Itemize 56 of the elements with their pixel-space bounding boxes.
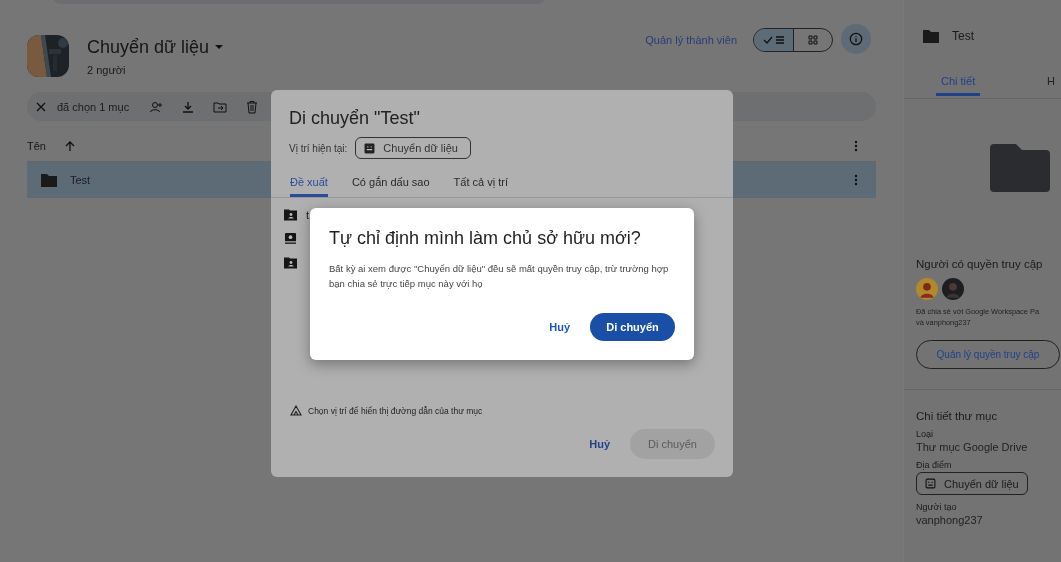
panel-title: Test	[952, 29, 974, 43]
folder-icon	[990, 144, 1050, 192]
grid-icon	[808, 35, 818, 45]
field-value: vanphong237	[916, 514, 983, 526]
dialog-tab[interactable]: Tất cả vị trí	[453, 169, 508, 197]
info-button[interactable]	[841, 24, 871, 54]
location-chip[interactable]: Chuyển dữ liệu	[916, 472, 1028, 495]
dialog-tab[interactable]: Đề xuất	[290, 169, 328, 197]
list-icon	[774, 35, 785, 45]
add-person-icon[interactable]	[149, 99, 164, 114]
field-label: Loại	[916, 429, 933, 439]
dialog-title: Di chuyển "Test"	[289, 108, 421, 129]
more-icon[interactable]	[854, 174, 858, 186]
arrow-up-icon[interactable]	[63, 140, 76, 152]
panel-tab[interactable]: H	[1042, 68, 1060, 96]
location-label: Vị trí hiện tại:	[289, 142, 348, 154]
dialog-message: Bất kỳ ai xem được "Chuyển dữ liệu" đều sẽ mất quyền truy cập, trừ trường hợp bạn chia sẻ trực tiếp mục này với họ	[329, 262, 670, 291]
avatar[interactable]	[942, 278, 964, 300]
folder-icon	[41, 173, 57, 187]
column-header[interactable]: Tên	[27, 140, 46, 152]
section-heading: Chi tiết thư mục	[916, 410, 999, 422]
hint-text: Chọn vị trí để hiển thị đường dẫn của thư mục	[308, 406, 483, 416]
cancel-button[interactable]: Huỷ	[589, 438, 610, 450]
more-icon[interactable]	[854, 140, 858, 152]
member-count: 2 người	[87, 63, 127, 76]
shared-drive-icon	[364, 142, 376, 154]
dialog-tab[interactable]: Có gắn dấu sao	[351, 169, 430, 197]
check-icon	[762, 35, 773, 45]
file-name: Test	[70, 174, 91, 186]
move-folder-icon[interactable]	[213, 99, 228, 114]
info-icon	[848, 32, 864, 46]
manage-members-link[interactable]: Quản lý thành viên	[645, 34, 737, 46]
shared-folder-icon	[284, 256, 297, 269]
selection-count: đã chọn 1 mục	[57, 100, 130, 113]
caret-icon[interactable]	[215, 45, 224, 49]
download-icon[interactable]	[181, 99, 196, 114]
location-chip[interactable]: Chuyển dữ liệu	[355, 137, 471, 159]
shared-folder-icon	[284, 208, 297, 221]
shared-drive-icon	[925, 478, 936, 489]
move-button[interactable]: Di chuyển	[590, 313, 675, 341]
folder-icon	[923, 29, 939, 43]
field-value: Thư mục Google Drive	[916, 441, 1028, 453]
panel-tab[interactable]: Chi tiết	[936, 68, 981, 96]
shared-drive-title[interactable]: Chuyển dữ liệu	[87, 36, 210, 58]
close-icon[interactable]	[35, 100, 47, 113]
field-label: Người tạo	[916, 502, 957, 512]
drive-icon	[290, 405, 302, 417]
trash-icon[interactable]	[245, 99, 260, 114]
location-name[interactable]: t	[306, 208, 310, 221]
section-heading: Người có quyền truy cập	[916, 258, 1044, 270]
list-view-button[interactable]	[754, 29, 793, 51]
dialog-title: Tự chỉ định mình làm chủ sở hữu mới?	[329, 228, 642, 249]
avatar[interactable]	[916, 278, 938, 300]
cancel-button[interactable]: Huỷ	[549, 321, 570, 333]
shared-drive-icon	[284, 232, 297, 245]
field-label: Địa điểm	[916, 460, 952, 470]
